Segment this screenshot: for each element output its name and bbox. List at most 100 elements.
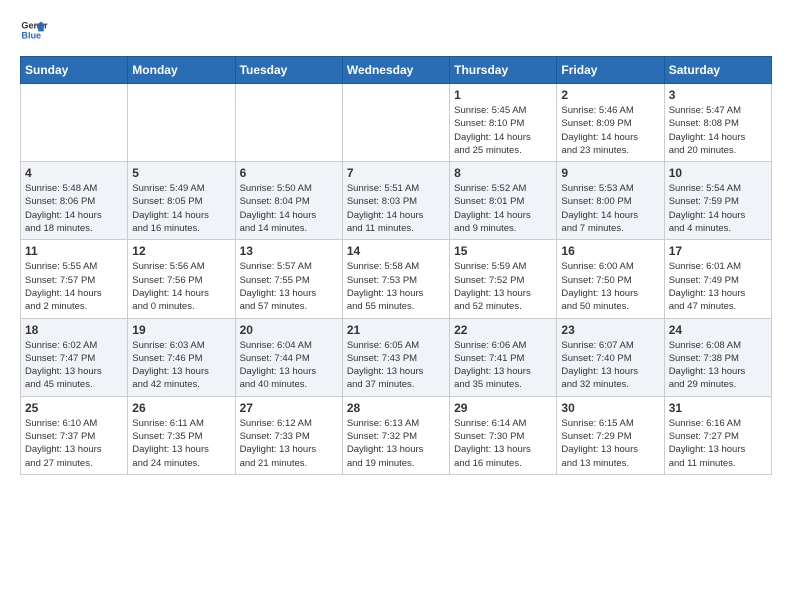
weekday-header-row: SundayMondayTuesdayWednesdayThursdayFrid… bbox=[21, 57, 772, 84]
calendar-week-0: 1 Sunrise: 5:45 AMSunset: 8:10 PMDaylight… bbox=[21, 84, 772, 162]
calendar-cell: 28 Sunrise: 6:13 AMSunset: 7:32 PMDayligh… bbox=[342, 396, 449, 474]
calendar-cell: 27 Sunrise: 6:12 AMSunset: 7:33 PMDayligh… bbox=[235, 396, 342, 474]
day-number: 24 bbox=[669, 323, 767, 337]
day-number: 25 bbox=[25, 401, 123, 415]
day-info: Sunrise: 5:45 AMSunset: 8:10 PMDaylight:… bbox=[454, 104, 552, 157]
calendar-cell bbox=[235, 84, 342, 162]
calendar-cell: 7 Sunrise: 5:51 AMSunset: 8:03 PMDaylight… bbox=[342, 162, 449, 240]
day-number: 21 bbox=[347, 323, 445, 337]
day-info: Sunrise: 5:49 AMSunset: 8:05 PMDaylight:… bbox=[132, 182, 230, 235]
day-number: 31 bbox=[669, 401, 767, 415]
logo-icon: General Blue bbox=[20, 16, 48, 44]
day-info: Sunrise: 6:10 AMSunset: 7:37 PMDaylight:… bbox=[25, 417, 123, 470]
calendar-cell: 21 Sunrise: 6:05 AMSunset: 7:43 PMDayligh… bbox=[342, 318, 449, 396]
day-number: 10 bbox=[669, 166, 767, 180]
calendar-cell: 4Sunrise: 5:48 AMSunset: 8:06 PMDaylight… bbox=[21, 162, 128, 240]
weekday-header-saturday: Saturday bbox=[664, 57, 771, 84]
calendar-cell: 20 Sunrise: 6:04 AMSunset: 7:44 PMDayligh… bbox=[235, 318, 342, 396]
day-number: 6 bbox=[240, 166, 338, 180]
calendar-cell bbox=[21, 84, 128, 162]
calendar-cell: 23Sunrise: 6:07 AMSunset: 7:40 PMDayligh… bbox=[557, 318, 664, 396]
day-info: Sunrise: 6:01 AMSunset: 7:49 PMDaylight:… bbox=[669, 260, 767, 313]
calendar-body: 1 Sunrise: 5:45 AMSunset: 8:10 PMDaylight… bbox=[21, 84, 772, 475]
calendar-cell: 13 Sunrise: 5:57 AMSunset: 7:55 PMDayligh… bbox=[235, 240, 342, 318]
day-info: Sunrise: 6:08 AMSunset: 7:38 PMDaylight:… bbox=[669, 339, 767, 392]
header: General Blue bbox=[20, 16, 772, 44]
calendar-cell: 9 Sunrise: 5:53 AMSunset: 8:00 PMDaylight… bbox=[557, 162, 664, 240]
day-info: Sunrise: 5:55 AMSunset: 7:57 PMDaylight:… bbox=[25, 260, 123, 313]
day-number: 29 bbox=[454, 401, 552, 415]
day-info: Sunrise: 5:57 AMSunset: 7:55 PMDaylight:… bbox=[240, 260, 338, 313]
calendar-cell: 15 Sunrise: 5:59 AMSunset: 7:52 PMDayligh… bbox=[450, 240, 557, 318]
day-number: 18 bbox=[25, 323, 123, 337]
day-info: Sunrise: 5:53 AMSunset: 8:00 PMDaylight:… bbox=[561, 182, 659, 235]
day-info: Sunrise: 5:58 AMSunset: 7:53 PMDaylight:… bbox=[347, 260, 445, 313]
day-number: 5 bbox=[132, 166, 230, 180]
calendar-cell: 22 Sunrise: 6:06 AMSunset: 7:41 PMDayligh… bbox=[450, 318, 557, 396]
day-info: Sunrise: 6:06 AMSunset: 7:41 PMDaylight:… bbox=[454, 339, 552, 392]
calendar-cell: 17Sunrise: 6:01 AMSunset: 7:49 PMDayligh… bbox=[664, 240, 771, 318]
day-info: Sunrise: 6:14 AMSunset: 7:30 PMDaylight:… bbox=[454, 417, 552, 470]
day-number: 12 bbox=[132, 244, 230, 258]
day-info: Sunrise: 6:05 AMSunset: 7:43 PMDaylight:… bbox=[347, 339, 445, 392]
day-number: 27 bbox=[240, 401, 338, 415]
day-info: Sunrise: 6:04 AMSunset: 7:44 PMDaylight:… bbox=[240, 339, 338, 392]
day-number: 30 bbox=[561, 401, 659, 415]
weekday-header-tuesday: Tuesday bbox=[235, 57, 342, 84]
day-info: Sunrise: 5:52 AMSunset: 8:01 PMDaylight:… bbox=[454, 182, 552, 235]
day-number: 15 bbox=[454, 244, 552, 258]
calendar-cell: 14 Sunrise: 5:58 AMSunset: 7:53 PMDayligh… bbox=[342, 240, 449, 318]
day-number: 22 bbox=[454, 323, 552, 337]
logo: General Blue bbox=[20, 16, 48, 44]
calendar-week-2: 11 Sunrise: 5:55 AMSunset: 7:57 PMDayligh… bbox=[21, 240, 772, 318]
day-number: 1 bbox=[454, 88, 552, 102]
weekday-header-friday: Friday bbox=[557, 57, 664, 84]
calendar-cell: 25 Sunrise: 6:10 AMSunset: 7:37 PMDayligh… bbox=[21, 396, 128, 474]
calendar-cell: 11 Sunrise: 5:55 AMSunset: 7:57 PMDayligh… bbox=[21, 240, 128, 318]
day-info: Sunrise: 6:03 AMSunset: 7:46 PMDaylight:… bbox=[132, 339, 230, 392]
weekday-header-monday: Monday bbox=[128, 57, 235, 84]
day-number: 20 bbox=[240, 323, 338, 337]
day-number: 4 bbox=[25, 166, 123, 180]
day-info: Sunrise: 6:15 AMSunset: 7:29 PMDaylight:… bbox=[561, 417, 659, 470]
day-number: 2 bbox=[561, 88, 659, 102]
day-number: 19 bbox=[132, 323, 230, 337]
day-number: 11 bbox=[25, 244, 123, 258]
weekday-header-thursday: Thursday bbox=[450, 57, 557, 84]
calendar-cell: 3Sunrise: 5:47 AMSunset: 8:08 PMDaylight… bbox=[664, 84, 771, 162]
calendar-cell: 24 Sunrise: 6:08 AMSunset: 7:38 PMDayligh… bbox=[664, 318, 771, 396]
day-number: 7 bbox=[347, 166, 445, 180]
calendar-cell: 1 Sunrise: 5:45 AMSunset: 8:10 PMDaylight… bbox=[450, 84, 557, 162]
day-number: 8 bbox=[454, 166, 552, 180]
calendar-table: SundayMondayTuesdayWednesdayThursdayFrid… bbox=[20, 56, 772, 475]
calendar-header: SundayMondayTuesdayWednesdayThursdayFrid… bbox=[21, 57, 772, 84]
day-number: 28 bbox=[347, 401, 445, 415]
calendar-cell: 8 Sunrise: 5:52 AMSunset: 8:01 PMDaylight… bbox=[450, 162, 557, 240]
calendar-cell: 6 Sunrise: 5:50 AMSunset: 8:04 PMDaylight… bbox=[235, 162, 342, 240]
day-number: 13 bbox=[240, 244, 338, 258]
weekday-header-wednesday: Wednesday bbox=[342, 57, 449, 84]
calendar-cell bbox=[128, 84, 235, 162]
calendar-cell: 26Sunrise: 6:11 AMSunset: 7:35 PMDayligh… bbox=[128, 396, 235, 474]
day-info: Sunrise: 5:59 AMSunset: 7:52 PMDaylight:… bbox=[454, 260, 552, 313]
day-info: Sunrise: 5:51 AMSunset: 8:03 PMDaylight:… bbox=[347, 182, 445, 235]
svg-text:Blue: Blue bbox=[21, 30, 41, 40]
calendar-week-1: 4Sunrise: 5:48 AMSunset: 8:06 PMDaylight… bbox=[21, 162, 772, 240]
day-info: Sunrise: 6:00 AMSunset: 7:50 PMDaylight:… bbox=[561, 260, 659, 313]
day-number: 9 bbox=[561, 166, 659, 180]
day-info: Sunrise: 6:12 AMSunset: 7:33 PMDaylight:… bbox=[240, 417, 338, 470]
day-info: Sunrise: 6:07 AMSunset: 7:40 PMDaylight:… bbox=[561, 339, 659, 392]
calendar-cell: 29 Sunrise: 6:14 AMSunset: 7:30 PMDayligh… bbox=[450, 396, 557, 474]
day-info: Sunrise: 5:50 AMSunset: 8:04 PMDaylight:… bbox=[240, 182, 338, 235]
day-number: 14 bbox=[347, 244, 445, 258]
day-info: Sunrise: 6:13 AMSunset: 7:32 PMDaylight:… bbox=[347, 417, 445, 470]
day-info: Sunrise: 6:16 AMSunset: 7:27 PMDaylight:… bbox=[669, 417, 767, 470]
calendar-cell: 2Sunrise: 5:46 AMSunset: 8:09 PMDaylight… bbox=[557, 84, 664, 162]
day-info: Sunrise: 5:56 AMSunset: 7:56 PMDaylight:… bbox=[132, 260, 230, 313]
calendar-cell: 18Sunrise: 6:02 AMSunset: 7:47 PMDayligh… bbox=[21, 318, 128, 396]
calendar-cell: 16Sunrise: 6:00 AMSunset: 7:50 PMDayligh… bbox=[557, 240, 664, 318]
day-number: 3 bbox=[669, 88, 767, 102]
calendar-cell: 12 Sunrise: 5:56 AMSunset: 7:56 PMDayligh… bbox=[128, 240, 235, 318]
calendar-cell: 5 Sunrise: 5:49 AMSunset: 8:05 PMDaylight… bbox=[128, 162, 235, 240]
day-number: 26 bbox=[132, 401, 230, 415]
